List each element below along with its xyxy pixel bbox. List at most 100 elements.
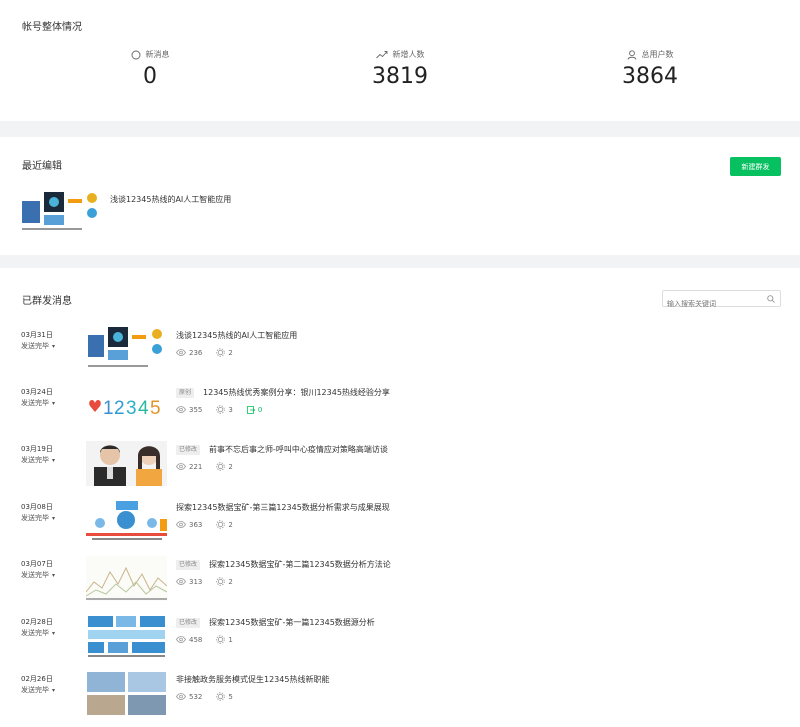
view-count-value: 363 bbox=[189, 520, 203, 529]
message-title: 浅谈12345热线的AI人工智能应用 bbox=[176, 331, 298, 340]
status-label: 发送完毕 bbox=[21, 456, 49, 464]
status-label: 发送完毕 bbox=[21, 571, 49, 579]
message-title-row[interactable]: 非接触政务服务模式促生12345热线新职能 bbox=[176, 674, 329, 685]
recent-edits-card: 最近编辑 新建群发 浅谈12345热线的AI人工智能应用 bbox=[0, 137, 800, 255]
gear-icon bbox=[216, 692, 226, 701]
search-icon[interactable] bbox=[767, 295, 775, 303]
eye-icon bbox=[176, 349, 186, 356]
message-title: 非接触政务服务模式促生12345热线新职能 bbox=[176, 675, 330, 684]
message-date: 03月24日 bbox=[21, 388, 53, 396]
message-row[interactable]: 03月07日 发送完毕 ▾ 已修改 探索12345数据宝矿-第二篇12345数据分析… bbox=[0, 556, 800, 609]
message-date: 02月26日 bbox=[21, 675, 53, 683]
message-title-row[interactable]: 原创 12345热线优秀案例分享：银川12345热线经验分享 bbox=[176, 387, 390, 398]
draft-title: 浅谈12345热线的AI人工智能应用 bbox=[110, 195, 232, 204]
view-count-value: 313 bbox=[189, 577, 203, 586]
message-status[interactable]: 发送完毕 ▾ bbox=[21, 341, 55, 352]
chevron-down-icon: ▾ bbox=[52, 687, 56, 694]
message-title-row[interactable]: 浅谈12345热线的AI人工智能应用 bbox=[176, 330, 297, 341]
message-status[interactable]: 发送完毕 ▾ bbox=[21, 628, 55, 639]
view-count: 363 bbox=[176, 521, 202, 529]
message-date-block: 02月28日 发送完毕 ▾ bbox=[21, 617, 55, 639]
message-status[interactable]: 发送完毕 ▾ bbox=[21, 398, 55, 409]
message-title-row[interactable]: 已修改 探索12345数据宝矿-第一篇12345数据源分析 bbox=[176, 617, 375, 628]
trend-up-icon bbox=[375, 51, 387, 59]
svg-text:4: 4 bbox=[138, 398, 149, 419]
message-tag: 已修改 bbox=[176, 444, 201, 455]
message-status[interactable]: 发送完毕 ▾ bbox=[21, 513, 55, 524]
view-count-value: 236 bbox=[189, 348, 203, 357]
overview-title: 帐号整体情况 bbox=[22, 22, 82, 33]
stat-new-messages[interactable]: 新消息 0 bbox=[50, 49, 250, 89]
gear-icon bbox=[216, 520, 226, 529]
message-thumbnail[interactable]: 12345 bbox=[86, 384, 167, 429]
gear-icon bbox=[216, 635, 226, 644]
like-count: 2 bbox=[216, 348, 233, 357]
sent-title: 已群发消息 bbox=[22, 296, 72, 307]
gear-icon bbox=[216, 577, 226, 586]
message-status[interactable]: 发送完毕 ▾ bbox=[21, 685, 55, 696]
chevron-down-icon: ▾ bbox=[52, 343, 56, 350]
message-status[interactable]: 发送完毕 ▾ bbox=[21, 455, 55, 466]
search-input[interactable] bbox=[663, 296, 763, 312]
svg-text:5: 5 bbox=[150, 398, 161, 419]
status-label: 发送完毕 bbox=[21, 686, 49, 694]
view-count-value: 221 bbox=[189, 462, 203, 471]
chevron-down-icon: ▾ bbox=[52, 515, 56, 522]
message-row[interactable]: 03月31日 发送完毕 ▾ 浅谈12345热线的AI人工智能应用 236 2 bbox=[0, 327, 800, 380]
message-row[interactable]: 02月26日 发送完毕 ▾ 非接触政务服务模式促生12345热线新职能 532 5 bbox=[0, 671, 800, 724]
like-count-value: 1 bbox=[228, 635, 233, 644]
message-title: 探索12345数据宝矿-第一篇12345数据源分析 bbox=[209, 618, 375, 627]
search-box[interactable] bbox=[662, 290, 781, 312]
message-thumbnail[interactable] bbox=[86, 671, 167, 716]
svg-text:2: 2 bbox=[114, 398, 125, 419]
user-icon bbox=[627, 49, 636, 60]
like-count-value: 2 bbox=[228, 462, 233, 471]
message-row[interactable]: 03月19日 发送完毕 ▾ 已修改 前事不忘后事之师-呼叫中心疫情应对策略高端访谈 … bbox=[0, 441, 800, 494]
message-thumbnail[interactable] bbox=[86, 556, 167, 601]
message-thumbnail[interactable] bbox=[86, 441, 167, 486]
gear-icon bbox=[216, 462, 226, 471]
message-thumbnail[interactable] bbox=[86, 499, 167, 544]
message-date-block: 02月26日 发送完毕 ▾ bbox=[21, 674, 55, 696]
stat-label: 新增人数 bbox=[392, 50, 425, 59]
new-broadcast-button[interactable]: 新建群发 bbox=[730, 157, 781, 176]
eye-icon bbox=[176, 693, 186, 700]
sent-messages-card: 已群发消息 03月31日 发送完毕▾ 浅谈12345热线的AI人工智能应用 23… bbox=[0, 268, 800, 727]
eye-icon bbox=[176, 521, 186, 528]
view-count: 532 bbox=[176, 693, 202, 701]
message-tag: 原创 bbox=[176, 387, 195, 398]
message-date: 03月19日 bbox=[21, 445, 53, 453]
message-title: 12345热线优秀案例分享：银川12345热线经验分享 bbox=[203, 388, 390, 397]
stat-new-followers[interactable]: 新增人数 3819 bbox=[300, 49, 500, 89]
message-tag: 已修改 bbox=[176, 617, 201, 628]
message-title-row[interactable]: 探索12345数据宝矿-第三篇12345数据分析需求与成果展现 bbox=[176, 502, 390, 513]
view-count: 221 bbox=[176, 463, 202, 471]
recent-title: 最近编辑 bbox=[22, 161, 62, 172]
like-count: 2 bbox=[216, 520, 233, 529]
stat-value: 0 bbox=[143, 64, 157, 89]
view-count: 355 bbox=[176, 406, 202, 414]
like-count: 1 bbox=[216, 635, 233, 644]
like-count-value: 5 bbox=[228, 692, 233, 701]
view-count-value: 532 bbox=[189, 692, 203, 701]
message-icon bbox=[131, 50, 140, 59]
share-count-value: 0 bbox=[257, 405, 263, 414]
view-count-value: 355 bbox=[189, 405, 203, 414]
message-thumbnail[interactable] bbox=[86, 614, 167, 659]
draft-thumbnail bbox=[20, 191, 102, 236]
message-title: 前事不忘后事之师-呼叫中心疫情应对策略高端访谈 bbox=[209, 445, 388, 454]
like-count-value: 2 bbox=[228, 348, 233, 357]
message-title-row[interactable]: 已修改 前事不忘后事之师-呼叫中心疫情应对策略高端访谈 bbox=[176, 444, 388, 455]
eye-icon bbox=[176, 636, 186, 643]
message-row[interactable]: 03月08日 发送完毕 ▾ 探索12345数据宝矿-第三篇12345数据分析需求与… bbox=[0, 499, 800, 552]
status-label: 发送完毕 bbox=[21, 342, 49, 350]
message-date: 03月08日 bbox=[21, 503, 53, 511]
message-status[interactable]: 发送完毕 ▾ bbox=[21, 570, 55, 581]
message-row[interactable]: 03月24日 发送完毕 ▾ 12345 原创 12345热线优秀案例分享：银川123… bbox=[0, 384, 800, 437]
message-row[interactable]: 02月28日 发送完毕 ▾ 已修改 探索12345数据宝矿-第一篇12345数据源分… bbox=[0, 614, 800, 667]
message-thumbnail[interactable] bbox=[86, 327, 167, 372]
account-overview-card: 帐号整体情况 新消息 0 新增人数 3819 总用户数 3864 bbox=[0, 0, 800, 121]
stat-total-users[interactable]: 总用户数 3864 bbox=[550, 49, 750, 89]
message-title-row[interactable]: 已修改 探索12345数据宝矿-第二篇12345数据分析方法论 bbox=[176, 559, 391, 570]
gear-icon bbox=[216, 348, 226, 357]
